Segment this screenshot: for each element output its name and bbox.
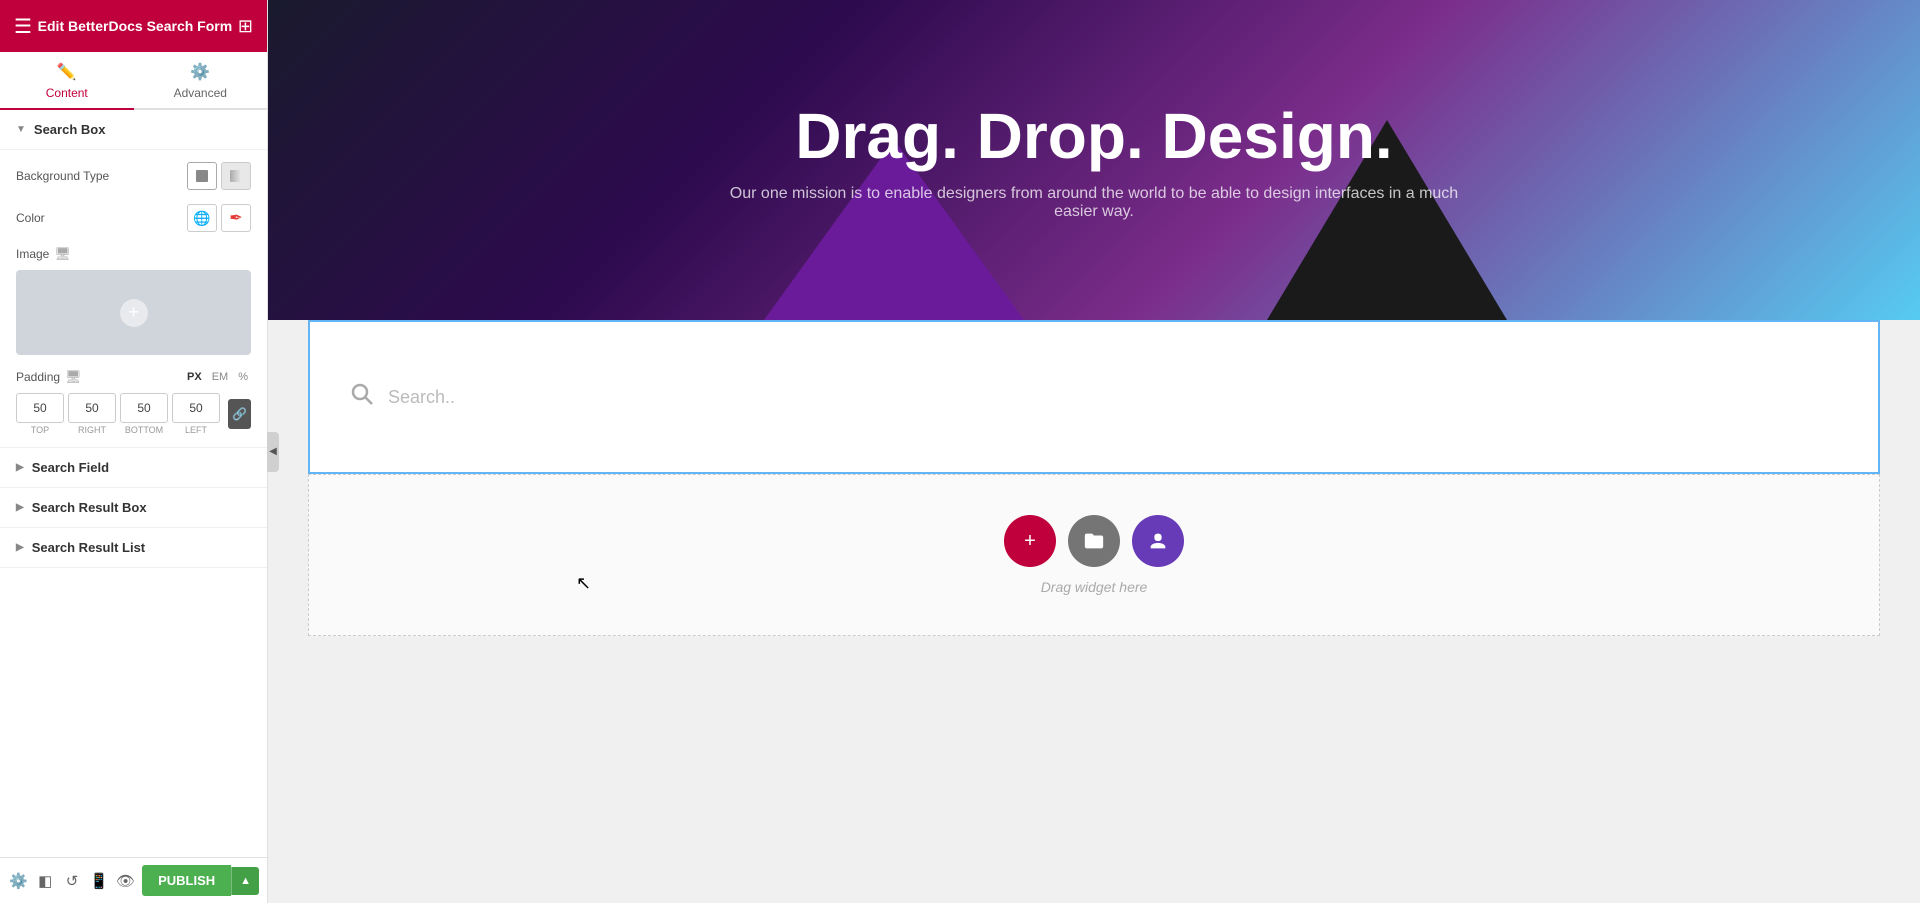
tabs: ✏️ Content ⚙️ Advanced bbox=[0, 52, 267, 110]
layers-icon[interactable]: ◧ bbox=[35, 866, 56, 896]
person-btn[interactable] bbox=[1132, 515, 1184, 567]
image-row: Image 🖥 + bbox=[16, 246, 251, 355]
padding-bottom-input[interactable] bbox=[120, 393, 168, 423]
padding-header: Padding 🖥 PX EM % bbox=[16, 369, 251, 385]
color-buttons: 🌐 ✒ bbox=[187, 204, 251, 232]
grid-icon[interactable]: ⊞ bbox=[238, 16, 253, 37]
image-label: Image 🖥 bbox=[16, 246, 251, 262]
color-global-btn[interactable]: 🌐 bbox=[187, 204, 217, 232]
padding-right-wrap: RIGHT bbox=[68, 393, 116, 435]
unit-em[interactable]: EM bbox=[209, 370, 232, 384]
padding-right-input[interactable] bbox=[68, 393, 116, 423]
responsive-icon[interactable]: 📱 bbox=[88, 866, 109, 896]
drag-widget-text: Drag widget here bbox=[1041, 579, 1148, 595]
history-icon[interactable]: ↺ bbox=[62, 866, 83, 896]
padding-bottom-label: BOTTOM bbox=[125, 425, 163, 435]
image-label-text: Image bbox=[16, 247, 49, 261]
search-field-arrow: ▶ bbox=[16, 462, 24, 473]
eye-icon[interactable]: 👁 bbox=[115, 866, 136, 896]
publish-dropdown-button[interactable]: ▲ bbox=[231, 867, 259, 895]
hamburger-icon[interactable]: ☰ bbox=[14, 14, 32, 39]
search-result-box-header[interactable]: ▶ Search Result Box bbox=[0, 488, 267, 527]
unit-px[interactable]: PX bbox=[184, 370, 205, 384]
padding-right-label: RIGHT bbox=[78, 425, 106, 435]
color-custom-btn[interactable]: ✒ bbox=[221, 204, 251, 232]
search-field-label: Search Field bbox=[32, 460, 109, 475]
search-result-list-section: ▶ Search Result List bbox=[0, 528, 267, 568]
padding-monitor-icon: 🖥 bbox=[65, 369, 82, 385]
sidebar-collapse-handle[interactable]: ◀ bbox=[267, 432, 279, 472]
search-field-header[interactable]: ▶ Search Field bbox=[0, 448, 267, 487]
bottom-toolbar: ⚙️ ◧ ↺ 📱 👁 PUBLISH ▲ bbox=[0, 857, 267, 903]
main-content: Drag. Drop. Design. Our one mission is t… bbox=[268, 0, 1920, 903]
search-result-list-header[interactable]: ▶ Search Result List bbox=[0, 528, 267, 567]
content-tab-icon: ✏️ bbox=[57, 62, 77, 82]
padding-left-label: LEFT bbox=[185, 425, 207, 435]
folder-btn[interactable] bbox=[1068, 515, 1120, 567]
search-result-box-section: ▶ Search Result Box bbox=[0, 488, 267, 528]
padding-link-btn[interactable]: 🔗 bbox=[228, 399, 251, 429]
image-upload-area[interactable]: + bbox=[16, 270, 251, 355]
search-result-list-arrow: ▶ bbox=[16, 542, 24, 553]
panel-content: ▼ Search Box Background Type bbox=[0, 110, 267, 903]
search-box-area[interactable]: Search.. bbox=[308, 320, 1880, 474]
advanced-tab-icon: ⚙️ bbox=[190, 62, 210, 82]
padding-section: Padding 🖥 PX EM % TOP bbox=[16, 369, 251, 435]
bg-btn-solid[interactable] bbox=[187, 162, 217, 190]
search-result-box-label: Search Result Box bbox=[32, 500, 147, 515]
unit-buttons: PX EM % bbox=[184, 370, 251, 384]
tab-advanced[interactable]: ⚙️ Advanced bbox=[134, 52, 268, 108]
publish-button[interactable]: PUBLISH bbox=[142, 865, 231, 896]
padding-top-wrap: TOP bbox=[16, 393, 64, 435]
search-result-box-arrow: ▶ bbox=[16, 502, 24, 513]
background-type-label: Background Type bbox=[16, 169, 109, 183]
publish-btn-group: PUBLISH ▲ bbox=[142, 865, 259, 896]
search-box-section: ▼ Search Box Background Type bbox=[0, 110, 267, 448]
topbar: ☰ Edit BetterDocs Search Form ⊞ bbox=[0, 0, 267, 52]
hero-section: Drag. Drop. Design. Our one mission is t… bbox=[268, 0, 1920, 320]
color-row: Color 🌐 ✒ bbox=[16, 204, 251, 232]
color-label: Color bbox=[16, 211, 45, 225]
search-placeholder: Search.. bbox=[388, 387, 455, 408]
bg-type-buttons bbox=[187, 162, 251, 190]
content-tab-label: Content bbox=[46, 86, 88, 100]
hero-subtitle: Our one mission is to enable designers f… bbox=[694, 185, 1494, 221]
drop-zone[interactable]: + Drag widget here bbox=[308, 474, 1880, 636]
padding-inputs: TOP RIGHT BOTTOM LEFT bbox=[16, 393, 251, 435]
sidebar: ☰ Edit BetterDocs Search Form ⊞ ✏️ Conte… bbox=[0, 0, 268, 903]
unit-percent[interactable]: % bbox=[235, 370, 251, 384]
padding-top-label: TOP bbox=[31, 425, 49, 435]
search-result-list-label: Search Result List bbox=[32, 540, 145, 555]
add-widget-btn[interactable]: + bbox=[1004, 515, 1056, 567]
padding-top-input[interactable] bbox=[16, 393, 64, 423]
bg-btn-gradient[interactable] bbox=[221, 162, 251, 190]
search-box-arrow: ▼ bbox=[16, 124, 26, 135]
search-field-section: ▶ Search Field bbox=[0, 448, 267, 488]
search-box-header[interactable]: ▼ Search Box bbox=[0, 110, 267, 150]
search-box-body: Background Type Color 🌐 bbox=[0, 150, 267, 448]
image-add-icon: + bbox=[120, 299, 148, 327]
tab-content[interactable]: ✏️ Content bbox=[0, 52, 134, 110]
padding-label-text: Padding bbox=[16, 370, 60, 384]
padding-left-wrap: LEFT bbox=[172, 393, 220, 435]
hero-title: Drag. Drop. Design. bbox=[795, 99, 1392, 173]
advanced-tab-label: Advanced bbox=[174, 86, 227, 100]
fab-buttons: + bbox=[1004, 515, 1184, 567]
padding-bottom-wrap: BOTTOM bbox=[120, 393, 168, 435]
search-icon bbox=[350, 382, 374, 412]
background-type-row: Background Type bbox=[16, 162, 251, 190]
settings-icon[interactable]: ⚙️ bbox=[8, 866, 29, 896]
topbar-title: Edit BetterDocs Search Form bbox=[32, 17, 238, 35]
padding-left-input[interactable] bbox=[172, 393, 220, 423]
search-box-label: Search Box bbox=[34, 122, 106, 137]
padding-label: Padding 🖥 bbox=[16, 369, 82, 385]
monitor-icon: 🖥 bbox=[54, 246, 71, 262]
